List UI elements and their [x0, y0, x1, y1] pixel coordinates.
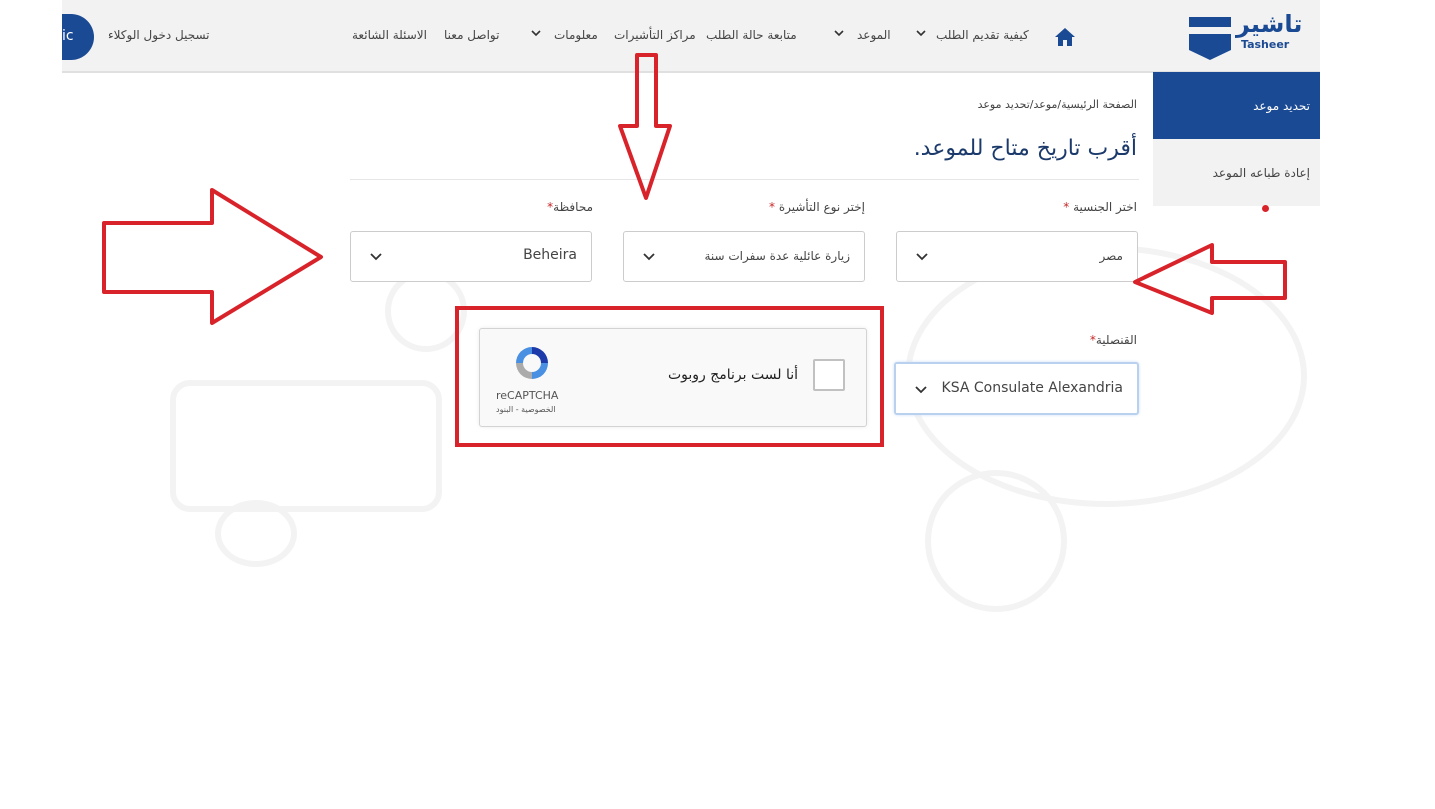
watermark-shape: [170, 380, 442, 512]
divider: [350, 179, 1139, 180]
chevron-down-icon: [531, 30, 541, 37]
nav-appointment[interactable]: الموعد: [857, 28, 891, 42]
chevron-down-icon: [915, 386, 927, 394]
watermark-circle: [925, 470, 1067, 612]
language-toggle-label: ic: [62, 28, 74, 44]
nav-how-to-apply[interactable]: كيفية تقديم الطلب: [936, 28, 1029, 42]
visa-type-select[interactable]: زيارة عائلية عدة سفرات سنة: [623, 231, 865, 282]
logo-text-arabic: تاشير: [1236, 10, 1303, 38]
nav-information[interactable]: معلومات: [554, 28, 598, 42]
nationality-label: اختر الجنسية *: [1063, 200, 1137, 214]
tasheer-logo-icon: [1189, 17, 1231, 60]
logo-text-english: Tasheer: [1241, 38, 1290, 51]
annotation-highlight-box: [455, 306, 884, 447]
sidebar-item-label: إعادة طباعه الموعد: [1212, 166, 1310, 180]
indicator-dot: [1262, 205, 1269, 212]
home-icon[interactable]: [1054, 27, 1076, 47]
sidebar-item-book-appointment[interactable]: تحديد موعد: [1153, 72, 1320, 139]
chevron-down-icon: [643, 253, 655, 261]
nationality-value: مصر: [1099, 249, 1123, 263]
nav-faq[interactable]: الاسئلة الشائعة: [352, 28, 427, 42]
breadcrumb: الصفحة الرئيسية/موعد/تحديد موعد: [977, 98, 1137, 111]
nationality-select[interactable]: مصر: [896, 231, 1138, 282]
nav-visa-centers[interactable]: مراكز التأشيرات: [614, 28, 696, 42]
governorate-select[interactable]: Beheira: [350, 231, 592, 282]
visa-type-label: إختر نوع التأشيرة *: [768, 200, 865, 214]
page-title: أقرب تاريخ متاح للموعد.: [913, 136, 1137, 161]
consulate-label: القنصلية*: [1089, 333, 1137, 347]
governorate-value: Beheira: [523, 247, 577, 263]
governorate-label: محافظة*: [547, 200, 593, 214]
visa-type-value: زيارة عائلية عدة سفرات سنة: [704, 249, 850, 263]
annotation-arrow-down: [618, 53, 672, 200]
nav-track-status[interactable]: متابعة حالة الطلب: [706, 28, 797, 42]
nav-contact[interactable]: تواصل معنا: [444, 28, 499, 42]
agent-login-link[interactable]: تسجيل دخول الوكلاء: [108, 28, 210, 42]
chevron-down-icon: [370, 253, 382, 261]
annotation-arrow-right: [102, 188, 323, 325]
chevron-down-icon: [916, 253, 928, 261]
sidebar-item-label: تحديد موعد: [1253, 99, 1310, 113]
sidebar-item-reprint-appointment[interactable]: إعادة طباعه الموعد: [1153, 139, 1320, 206]
chevron-down-icon: [916, 30, 926, 37]
consulate-select[interactable]: KSA Consulate Alexandria: [894, 362, 1139, 415]
chevron-down-icon: [834, 30, 844, 37]
consulate-value: KSA Consulate Alexandria: [941, 380, 1123, 396]
